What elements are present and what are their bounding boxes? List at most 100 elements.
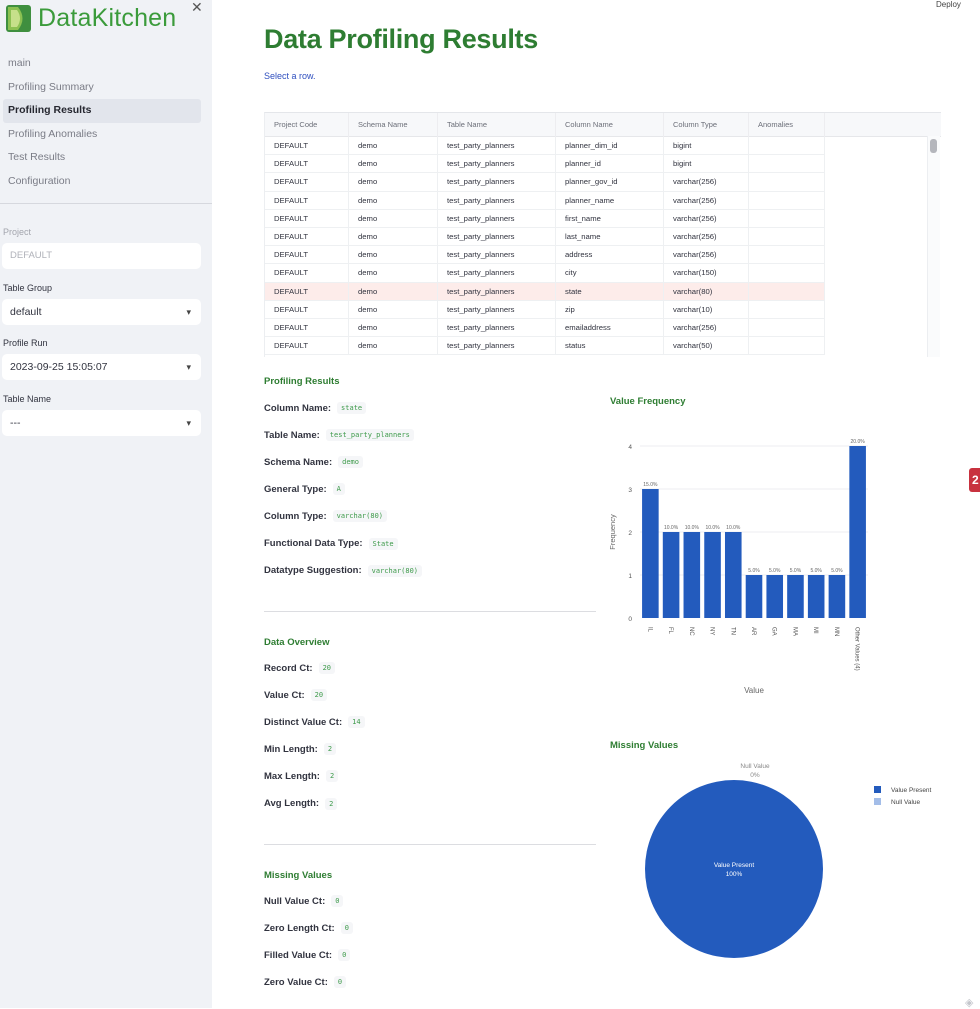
table-row[interactable]: DEFAULT demo test_party_planners planner_go… (265, 173, 825, 192)
y-tick-label: 2 (628, 530, 632, 537)
cell-column-type: varchar(256) (664, 227, 749, 246)
field-avg-length: Avg Length: 2 (264, 797, 338, 810)
table-row[interactable]: DEFAULT demo test_party_planners emailaddre… (265, 318, 825, 338)
column-header-table-name[interactable]: Table Name (438, 113, 556, 137)
notification-badge[interactable]: 2 (969, 468, 980, 492)
cell-project-code: DEFAULT (265, 173, 349, 192)
bar-il (642, 489, 659, 618)
table-row[interactable]: DEFAULT demo test_party_planners planner_id… (265, 155, 825, 174)
cell-anomalies (749, 209, 825, 228)
bar-data-label: 10.0% (705, 525, 720, 531)
field-value: 0 (333, 976, 347, 989)
bar-nc (683, 532, 701, 618)
sidebar-item-configuration[interactable]: Configuration (3, 170, 201, 194)
table-row[interactable]: DEFAULT demo test_party_planners state varch… (265, 282, 825, 301)
cell-schema-name: demo (349, 337, 438, 356)
field-value: A (332, 483, 345, 496)
table-row[interactable]: DEFAULT demo test_party_planners status varc… (265, 337, 825, 356)
table-row[interactable]: DEFAULT demo test_party_planners first_name… (265, 209, 825, 228)
grid-scrollbar[interactable] (927, 136, 940, 357)
table-group-select[interactable]: default ▾ (2, 299, 201, 325)
cell-anomalies (749, 246, 825, 265)
column-header-project-code[interactable]: Project Code (265, 113, 349, 137)
legend-swatch (874, 786, 881, 793)
cell-column-type: varchar(10) (664, 300, 749, 319)
field-value: varchar(80) (367, 564, 423, 577)
legend-item: Value Present (891, 787, 932, 794)
bar-data-label: 15.0% (643, 482, 658, 488)
sidebar-item-profiling-summary[interactable]: Profiling Summary (3, 76, 201, 100)
bar-mi (807, 575, 825, 618)
sidebar-item-test-results[interactable]: Test Results (3, 146, 201, 170)
bar-data-label: 5.0% (769, 568, 781, 574)
close-sidebar-icon[interactable]: ✕ (191, 0, 203, 16)
field-datatype-suggestion: Datatype Suggestion: varchar(80) (264, 564, 423, 577)
cell-project-code: DEFAULT (265, 337, 349, 356)
table-row[interactable]: DEFAULT demo test_party_planners planner_di… (265, 137, 825, 156)
cell-project-code: DEFAULT (265, 300, 349, 319)
cell-column-type: varchar(256) (664, 191, 749, 210)
bar-fl (662, 532, 680, 618)
field-value: State (368, 537, 398, 550)
field-max-length: Max Length: 2 (264, 770, 339, 783)
column-header-anomalies[interactable]: Anomalies (749, 113, 825, 137)
cell-anomalies (749, 227, 825, 246)
pie-slice-label: 0% (750, 772, 760, 779)
sidebar-item-profiling-results[interactable]: Profiling Results (3, 99, 201, 123)
sidebar-nav: main Profiling Summary Profiling Results Pr… (3, 52, 201, 193)
x-tick-label: MN (833, 627, 839, 636)
cell-column-name: planner_name (556, 191, 664, 210)
table-row[interactable]: DEFAULT demo test_party_planners planner_na… (265, 191, 825, 210)
cell-column-name: planner_dim_id (556, 137, 664, 155)
cell-table-name: test_party_planners (438, 209, 556, 228)
cell-project-code: DEFAULT (265, 209, 349, 228)
table-name-label: Table Name (3, 394, 52, 404)
sidebar-item-main[interactable]: main (3, 52, 201, 76)
cell-project-code: DEFAULT (265, 282, 349, 301)
profile-run-select[interactable]: 2023-09-25 15:05:07 ▾ (2, 354, 201, 380)
bar-ga (766, 575, 784, 618)
cell-column-name: city (556, 264, 664, 283)
cell-schema-name: demo (349, 300, 438, 319)
table-name-select[interactable]: --- ▾ (2, 410, 201, 436)
cell-anomalies (749, 300, 825, 319)
table-name-value: --- (10, 417, 21, 429)
cell-anomalies (749, 337, 825, 356)
cell-schema-name: demo (349, 318, 438, 337)
cell-project-code: DEFAULT (265, 264, 349, 283)
profiling-results-grid[interactable]: Project Code Schema Name Table Name Column … (264, 112, 941, 357)
cell-table-name: test_party_planners (438, 318, 556, 337)
table-row[interactable]: DEFAULT demo test_party_planners zip varchar… (265, 300, 825, 319)
sidebar-item-profiling-anomalies[interactable]: Profiling Anomalies (3, 123, 201, 147)
cell-table-name: test_party_planners (438, 282, 556, 301)
sidebar-divider (0, 203, 212, 204)
table-row[interactable]: DEFAULT demo test_party_planners last_name v… (265, 227, 825, 247)
field-label: Distinct Value Ct: (264, 716, 343, 728)
cell-anomalies (749, 137, 825, 155)
grid-header: Project Code Schema Name Table Name Column … (265, 113, 941, 137)
grid-scrollbar-thumb[interactable] (930, 139, 937, 153)
missing-values-heading: Missing Values (264, 870, 333, 881)
field-general-type: General Type: A (264, 483, 345, 496)
table-row[interactable]: DEFAULT demo test_party_planners city varcha… (265, 264, 825, 283)
bar-data-label: 5.0% (810, 568, 822, 574)
resize-handle-icon[interactable]: ◈ (965, 996, 979, 1009)
cell-column-name: zip (556, 300, 664, 319)
field-value: 0 (338, 949, 351, 962)
table-row[interactable]: DEFAULT demo test_party_planners address var… (265, 246, 825, 265)
column-header-schema-name[interactable]: Schema Name (349, 113, 438, 137)
cell-schema-name: demo (349, 173, 438, 192)
cell-schema-name: demo (349, 155, 438, 174)
cell-column-type: varchar(80) (664, 282, 749, 301)
cell-schema-name: demo (349, 227, 438, 246)
cell-project-code: DEFAULT (265, 318, 349, 337)
cell-project-code: DEFAULT (265, 227, 349, 246)
cell-project-code: DEFAULT (265, 191, 349, 210)
cell-anomalies (749, 264, 825, 283)
deploy-button[interactable]: Deploy (936, 0, 961, 9)
value-frequency-heading: Value Frequency (610, 396, 686, 407)
column-header-column-type[interactable]: Column Type (664, 113, 749, 137)
column-header-column-name[interactable]: Column Name (556, 113, 664, 137)
field-value: 2 (323, 743, 337, 756)
cell-table-name: test_party_planners (438, 300, 556, 319)
